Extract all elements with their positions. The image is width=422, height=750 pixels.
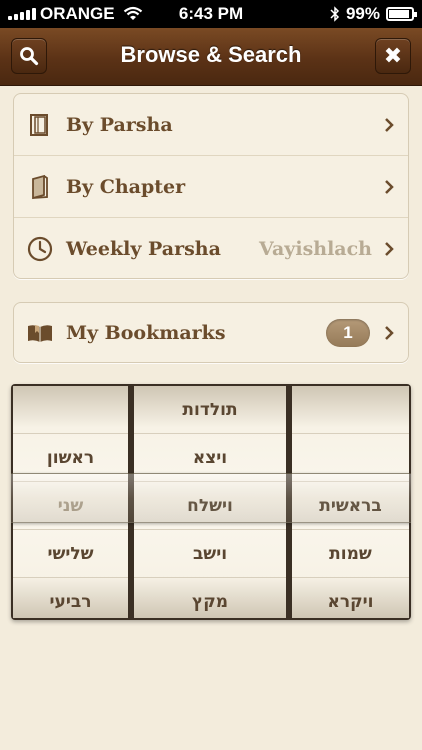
menu-item-by-chapter[interactable]: By Chapter <box>14 156 408 218</box>
close-button[interactable]: ✖ <box>375 38 411 74</box>
picker-cell[interactable] <box>13 386 128 434</box>
picker-column-book[interactable]: בראשית שמות ויקרא <box>292 386 409 618</box>
picker-cell[interactable]: ראשון <box>13 434 128 482</box>
chevron-right-icon <box>385 242 394 256</box>
chevron-right-icon <box>385 325 394 340</box>
battery-percent: 99% <box>345 4 380 23</box>
menu-item-label: By Chapter <box>66 175 186 198</box>
picker-cell[interactable]: תולדות <box>134 386 286 434</box>
page-title: Browse & Search <box>120 42 302 67</box>
book-icon <box>32 174 48 199</box>
menu-item-by-parsha[interactable]: By Parsha <box>14 94 408 156</box>
menu-item-label: By Parsha <box>66 113 173 136</box>
menu-item-weekly-parsha[interactable]: Weekly Parsha Vayishlach <box>14 218 408 280</box>
picker-cell-selected[interactable]: וישלח <box>134 482 286 530</box>
battery-icon <box>386 7 417 21</box>
battery-group: 99% <box>330 4 417 24</box>
open-book-icon <box>28 324 52 342</box>
picker-column-parsha[interactable]: תולדות ויצא וישלח וישב מקץ <box>134 386 286 618</box>
picker-cell[interactable]: וישב <box>134 530 286 578</box>
browse-menu: By Parsha By Chapter Weekly Parsha Vayis… <box>13 93 409 279</box>
picker-cell[interactable]: רביעי <box>13 578 128 618</box>
picker-cell[interactable] <box>292 434 409 482</box>
picker-cell-selected[interactable]: בראשית <box>292 482 409 530</box>
parsha-picker[interactable]: ראשון שני שלישי רביעי תולדות ויצא וישלח … <box>11 384 411 620</box>
close-icon: ✖ <box>383 43 403 69</box>
bluetooth-icon <box>330 6 340 22</box>
bookmark-count-badge: 1 <box>326 318 370 347</box>
navigation-bar: Browse & Search ✖ <box>0 28 422 86</box>
bookmarks-group: My Bookmarks 1 <box>13 302 409 363</box>
weekly-parsha-value: Vayishlach <box>259 238 372 260</box>
clock-icon <box>27 236 53 262</box>
chevron-right-icon <box>385 117 394 132</box>
picker-cell[interactable]: ויקרא <box>292 578 409 618</box>
picker-cell[interactable] <box>292 386 409 434</box>
picker-cell[interactable]: ויצא <box>134 434 286 482</box>
menu-item-label: Weekly Parsha <box>66 238 221 260</box>
status-bar: ORANGE 6:43 PM 99% <box>0 0 422 28</box>
picker-cell[interactable]: מקץ <box>134 578 286 618</box>
picker-cell-selected[interactable]: שני <box>13 482 128 530</box>
menu-item-label: My Bookmarks <box>66 321 226 344</box>
scroll-door-icon <box>30 113 48 136</box>
picker-column-aliyah[interactable]: ראשון שני שלישי רביעי <box>13 386 128 618</box>
picker-cell[interactable]: שמות <box>292 530 409 578</box>
menu-item-my-bookmarks[interactable]: My Bookmarks 1 <box>14 303 408 362</box>
chevron-right-icon <box>385 179 394 194</box>
picker-cell[interactable]: שלישי <box>13 530 128 578</box>
